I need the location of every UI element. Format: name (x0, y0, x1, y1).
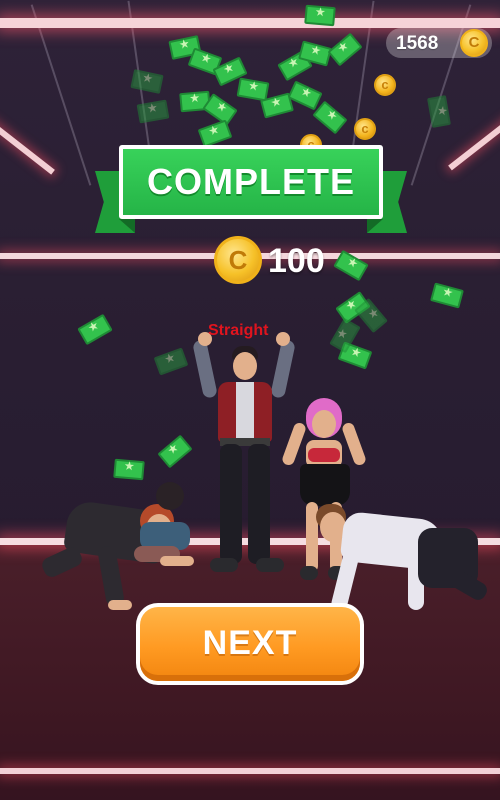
next-button[interactable]: NEXT (136, 603, 364, 685)
banner-title: COMPLETE (146, 161, 355, 202)
knocked-down-woman (120, 482, 200, 582)
hit-type-label: Straight (208, 322, 269, 339)
cash-bill-icon (427, 95, 451, 128)
coin-counter: 1568 C (386, 28, 492, 58)
neon-light-bottom (0, 768, 500, 774)
next-button-label: NEXT (202, 624, 298, 662)
gold-coin-icon: C (460, 29, 488, 57)
level-complete-banner: COMPLETE (95, 145, 407, 239)
cash-bill-icon (113, 458, 145, 481)
neon-light-top (0, 18, 500, 28)
gold-coin-icon: c (374, 74, 396, 96)
next-button-face[interactable]: NEXT (140, 607, 360, 681)
hero-character (192, 330, 296, 580)
reward-coin-icon: C (214, 236, 262, 284)
ribbon-body: COMPLETE (119, 145, 383, 219)
cash-bill-icon (304, 4, 336, 27)
coin-total: 1568 (396, 33, 439, 54)
reward-amount: 100 (268, 242, 325, 280)
gold-coin-icon: c (354, 118, 376, 140)
